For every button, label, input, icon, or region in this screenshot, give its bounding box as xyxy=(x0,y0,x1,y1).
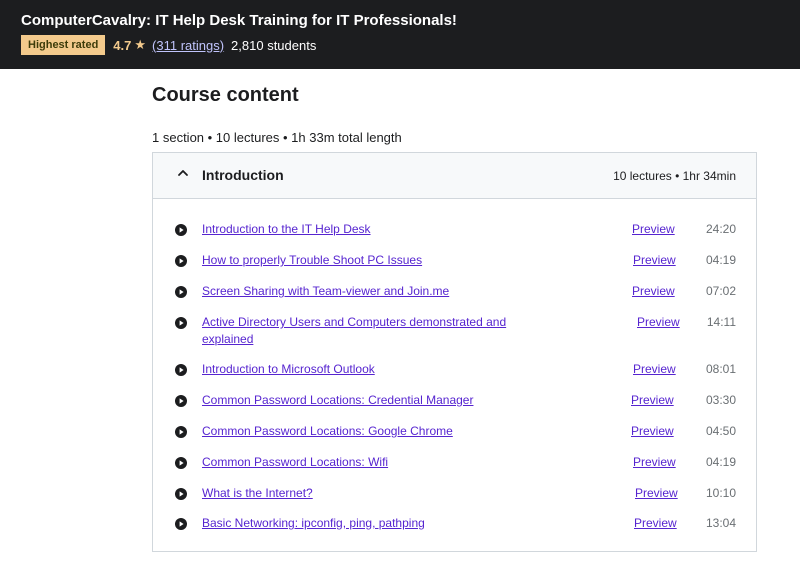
lecture-title-link[interactable]: Common Password Locations: Wifi xyxy=(202,454,542,471)
play-circle-icon xyxy=(175,488,187,500)
lecture-duration: 03:30 xyxy=(705,393,736,407)
section-title: Introduction xyxy=(202,167,284,183)
preview-link[interactable]: Preview xyxy=(633,362,676,376)
star-icon: ★ xyxy=(134,37,147,52)
preview-link[interactable]: Preview xyxy=(633,253,676,267)
lecture-title-link[interactable]: Basic Networking: ipconfig, ping, pathpi… xyxy=(202,515,542,532)
lecture-duration: 10:10 xyxy=(705,486,736,500)
lecture-duration: 04:50 xyxy=(705,424,736,438)
preview-link[interactable]: Preview xyxy=(634,516,677,530)
lecture-duration: 13:04 xyxy=(705,516,736,530)
course-meta: Highest rated 4.7 ★ (311 ratings) 2,810 … xyxy=(21,35,316,55)
lecture-title-link[interactable]: Screen Sharing with Team-viewer and Join… xyxy=(202,283,542,300)
lecture-duration: 04:19 xyxy=(705,253,736,267)
preview-link[interactable]: Preview xyxy=(632,284,675,298)
lecture-title-link[interactable]: Common Password Locations: Google Chrome xyxy=(202,423,542,440)
chevron-up-icon xyxy=(178,170,188,176)
play-circle-icon xyxy=(175,426,187,438)
student-count: 2,810 students xyxy=(231,37,317,53)
play-circle-icon xyxy=(175,395,187,407)
lecture-title-link[interactable]: Common Password Locations: Credential Ma… xyxy=(202,392,542,409)
lecture-title-link[interactable]: Active Directory Users and Computers dem… xyxy=(202,314,542,348)
section-panel: Introduction 10 lectures • 1hr 34min Int… xyxy=(152,152,757,552)
play-circle-icon xyxy=(175,364,187,376)
lecture-title-link[interactable]: What is the Internet? xyxy=(202,485,542,502)
preview-link[interactable]: Preview xyxy=(631,424,674,438)
lecture-duration: 04:19 xyxy=(705,455,736,469)
course-header: ComputerCavalry: IT Help Desk Training f… xyxy=(0,0,800,69)
lecture-title-link[interactable]: Introduction to Microsoft Outlook xyxy=(202,361,542,378)
preview-link[interactable]: Preview xyxy=(635,486,678,500)
lecture-title-link[interactable]: How to properly Trouble Shoot PC Issues xyxy=(202,252,542,269)
lecture-duration: 14:11 xyxy=(706,315,736,329)
lecture-duration: 08:01 xyxy=(705,362,736,376)
play-circle-icon xyxy=(175,224,187,236)
play-circle-icon xyxy=(175,317,187,329)
course-title: ComputerCavalry: IT Help Desk Training f… xyxy=(21,12,457,29)
preview-link[interactable]: Preview xyxy=(631,393,674,407)
course-content-heading: Course content xyxy=(152,84,299,106)
section-stats: 10 lectures • 1hr 34min xyxy=(613,169,736,183)
play-circle-icon xyxy=(175,518,187,530)
rating-value: 4.7 xyxy=(113,37,132,53)
preview-link[interactable]: Preview xyxy=(632,222,675,236)
lecture-title-link[interactable]: Introduction to the IT Help Desk xyxy=(202,221,542,238)
highest-rated-badge: Highest rated xyxy=(21,35,106,55)
play-circle-icon xyxy=(175,286,187,298)
lecture-duration: 24:20 xyxy=(705,222,736,236)
section-header[interactable]: Introduction 10 lectures • 1hr 34min xyxy=(153,153,756,199)
course-summary: 1 section • 10 lectures • 1h 33m total l… xyxy=(152,130,402,145)
play-circle-icon xyxy=(175,457,187,469)
preview-link[interactable]: Preview xyxy=(637,315,680,329)
ratings-link[interactable]: (311 ratings) xyxy=(152,38,224,53)
lecture-duration: 07:02 xyxy=(705,284,736,298)
play-circle-icon xyxy=(175,255,187,267)
preview-link[interactable]: Preview xyxy=(633,455,676,469)
